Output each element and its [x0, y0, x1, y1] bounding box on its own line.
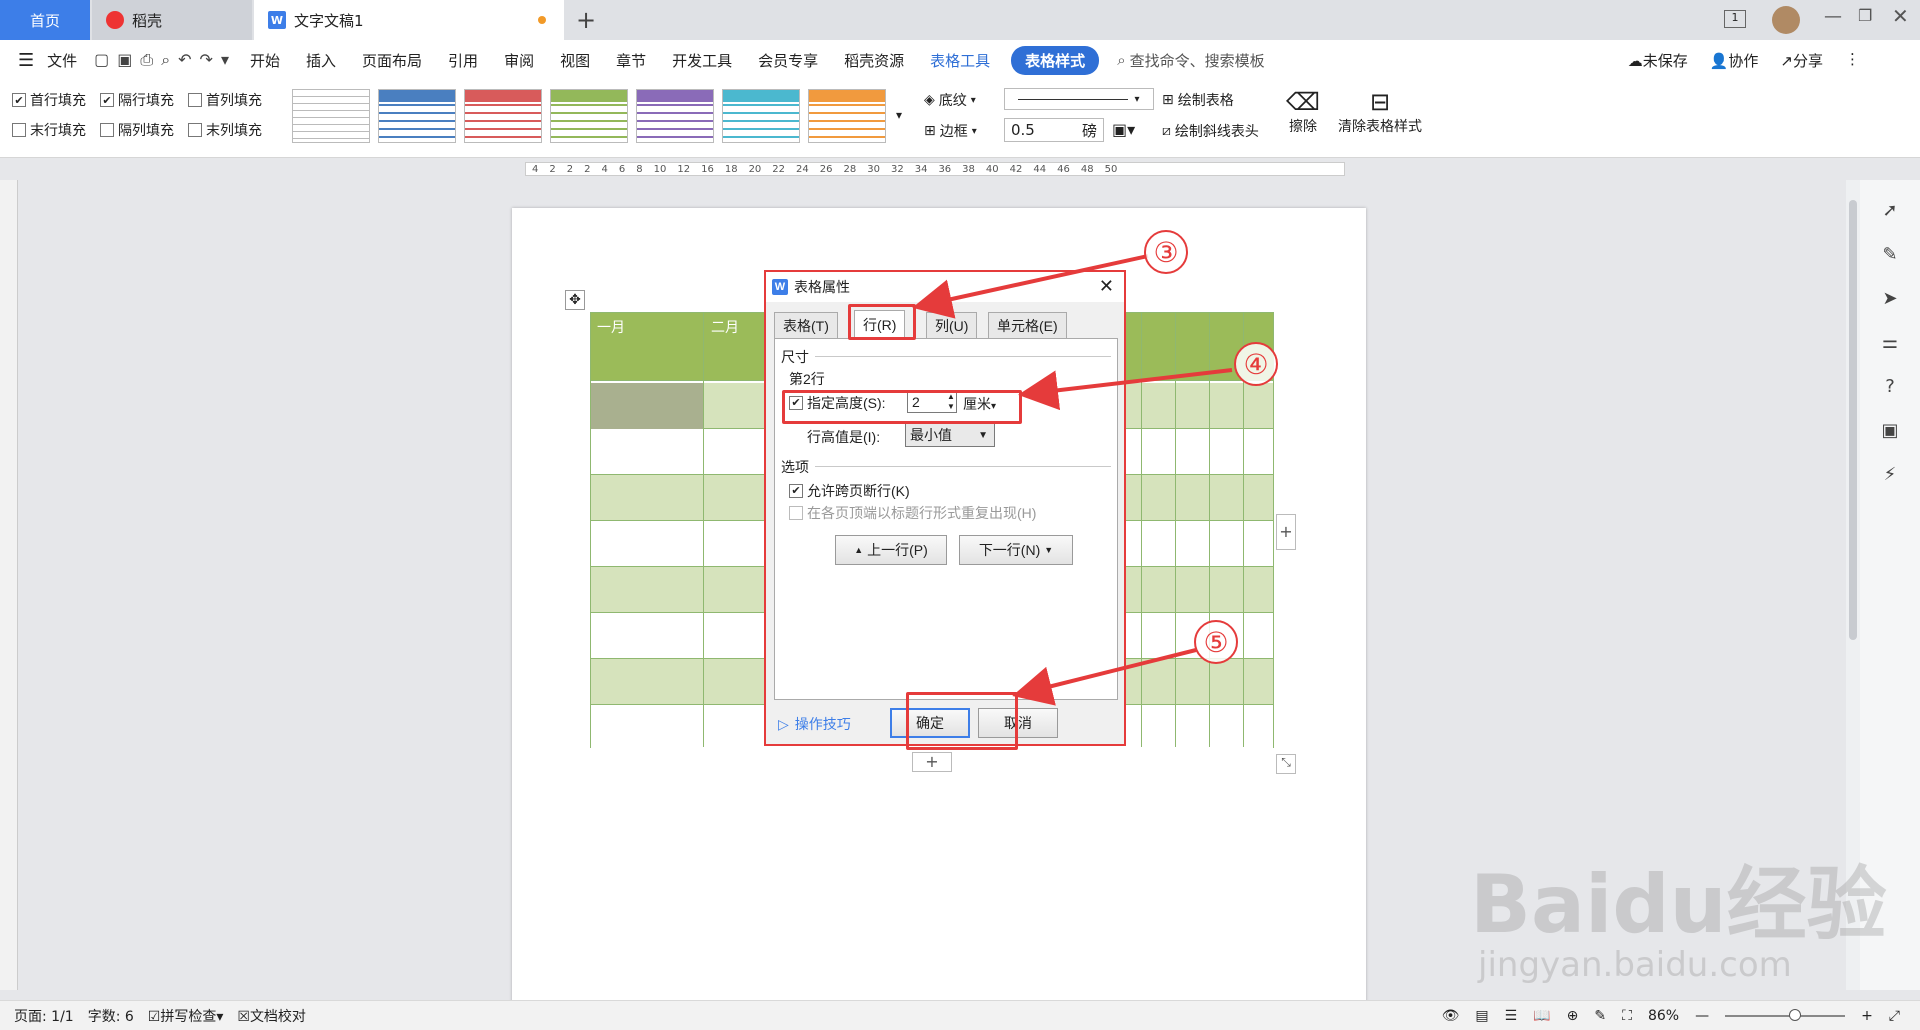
sliders-icon[interactable]: ⚌: [1880, 332, 1900, 353]
web-view-icon[interactable]: ⊕: [1567, 1008, 1579, 1024]
watermark-brand3: 经验: [1726, 858, 1887, 951]
word-count[interactable]: 字数: 6: [88, 1006, 134, 1026]
step-marker-3: ③: [1144, 230, 1188, 274]
pen-icon[interactable]: ✎: [1880, 244, 1900, 265]
spell-check-label: 拼写检查: [160, 1008, 217, 1025]
rocket-icon[interactable]: ➚: [1880, 200, 1900, 221]
step-marker-4: ④: [1234, 342, 1278, 386]
fit-page-icon[interactable]: ⛶: [1622, 1008, 1632, 1024]
status-bar: 页面: 1/1 字数: 6 ☑拼写检查▾ ☒文档校对 👁 ▤ ☰ 📖 ⊕ ✎ ⛶…: [0, 1000, 1920, 1030]
watermark-brand2: du: [1612, 858, 1727, 951]
pen-mode-icon[interactable]: ✎: [1594, 1008, 1606, 1024]
zoom-out-icon[interactable]: —: [1695, 1008, 1709, 1024]
proof-icon: ☒: [237, 1008, 250, 1025]
baidu-watermark: Baidu经验: [1470, 840, 1887, 956]
zoom-level[interactable]: 86%: [1648, 1008, 1679, 1024]
help-icon[interactable]: ?: [1880, 376, 1900, 397]
eye-icon[interactable]: 👁: [1442, 1008, 1460, 1024]
zoom-slider-handle[interactable]: [1789, 1008, 1802, 1021]
lightning-icon[interactable]: ⚡: [1880, 464, 1900, 485]
outline-view-icon[interactable]: ☰: [1505, 1008, 1518, 1024]
spell-check-button[interactable]: ☑拼写检查▾: [148, 1006, 224, 1026]
page-view-icon[interactable]: ▤: [1475, 1008, 1488, 1024]
step-marker-5: ⑤: [1194, 620, 1238, 664]
watermark-brand: Bai: [1470, 858, 1613, 951]
image-edit-icon[interactable]: ▣: [1880, 420, 1900, 441]
zoom-slider[interactable]: [1725, 1008, 1846, 1021]
reading-view-icon[interactable]: 📖: [1533, 1008, 1550, 1024]
cursor-icon[interactable]: ➤: [1880, 288, 1900, 309]
scrollbar-thumb[interactable]: [1849, 200, 1857, 640]
watermark-url: jingyan.baidu.com: [1478, 945, 1792, 985]
expand-icon[interactable]: ⤢: [1889, 1008, 1900, 1024]
proofread-label: 文档校对: [249, 1008, 306, 1025]
zoom-in-icon[interactable]: +: [1861, 1008, 1873, 1024]
proofread-button[interactable]: ☒文档校对: [237, 1006, 306, 1026]
checkbox-checked-icon: ☑: [147, 1008, 161, 1025]
page-indicator[interactable]: 页面: 1/1: [14, 1006, 74, 1026]
